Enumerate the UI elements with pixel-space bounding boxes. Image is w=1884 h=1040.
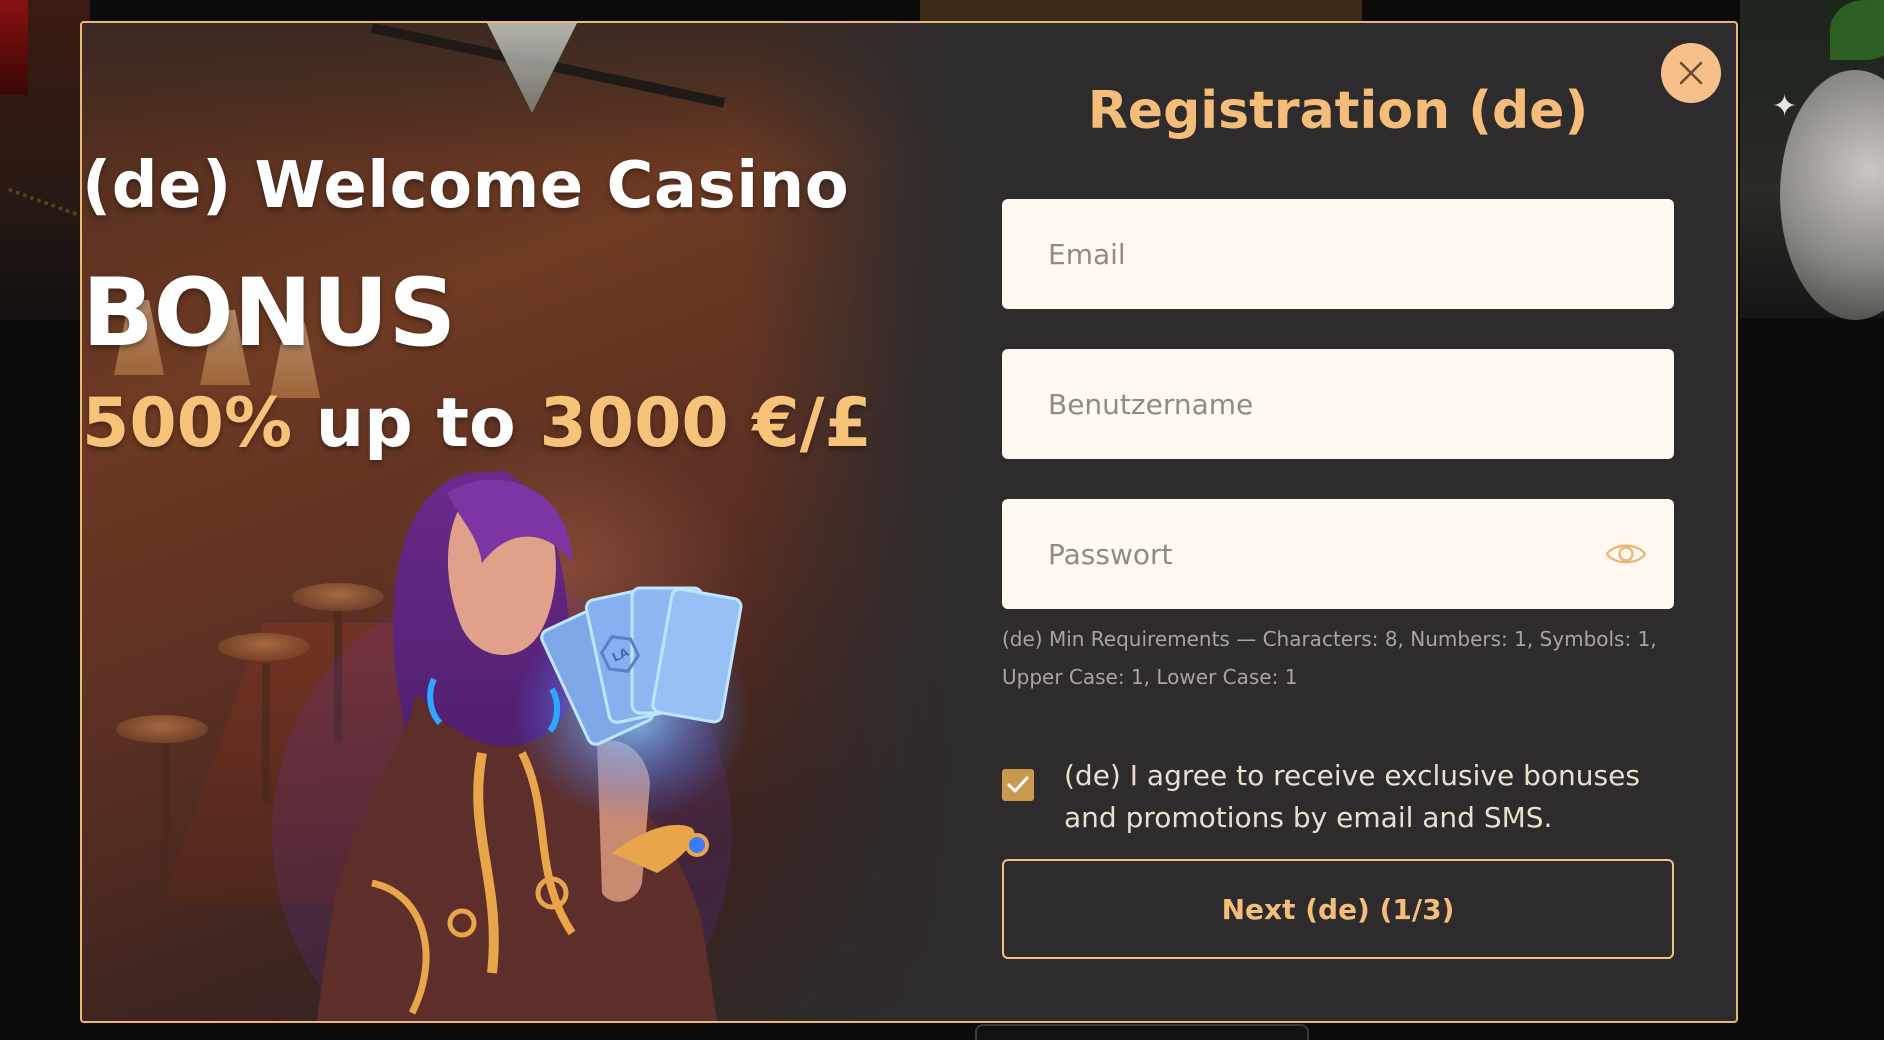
promo-offer-text: up to [315,384,516,463]
background-bottom-tab [975,1024,1309,1040]
eye-icon[interactable] [1604,535,1648,573]
background-left-art [0,0,90,320]
sparkle-icon: ✦ [1772,89,1798,124]
password-requirements: (de) Min Requirements — Characters: 8, N… [1002,620,1674,696]
promo-bar-stool [116,715,208,743]
background-red-curtain [0,0,28,95]
registration-form: Registration (de) (de) Min Requirements … [1002,23,1736,1021]
promo-offer-amount: 3000 €/£ [539,384,872,463]
email-field[interactable] [1002,199,1674,309]
next-button[interactable]: Next (de) (1/3) [1002,859,1674,959]
promo-offer: 500% up to 3000 €/£ [82,390,962,458]
registration-modal: LA (de) Welcome Casino BONUS 500% up to … [80,21,1738,1023]
background-right-art: ✦ [1740,0,1884,320]
consent-checkbox[interactable] [1002,769,1034,801]
form-title: Registration (de) [1087,81,1589,141]
email-input[interactable] [1048,237,1628,271]
background-leaf [1830,0,1884,60]
checkmark-icon [1007,776,1029,793]
username-input[interactable] [1048,387,1628,421]
password-requirements-line: Upper Case: 1, Lower Case: 1 [1002,665,1298,689]
background-chain [0,187,85,253]
password-input[interactable] [1048,537,1628,571]
marketing-consent: (de) I agree to receive exclusive bonuse… [1002,755,1674,845]
username-field[interactable] [1002,349,1674,459]
close-button[interactable] [1661,43,1721,103]
password-requirements-line: (de) Min Requirements — Characters: 8, N… [1002,627,1657,651]
close-icon [1679,61,1703,85]
promo-panel: LA (de) Welcome Casino BONUS 500% up to … [82,23,962,1021]
promo-stool-leg [162,743,170,883]
promo-offer-percent: 500% [82,384,293,463]
consent-label: (de) I agree to receive exclusive bonuse… [1064,759,1640,834]
promo-title: (de) Welcome Casino [82,149,850,223]
promo-bonus-heading: BONUS [82,259,457,368]
password-field[interactable] [1002,499,1674,609]
